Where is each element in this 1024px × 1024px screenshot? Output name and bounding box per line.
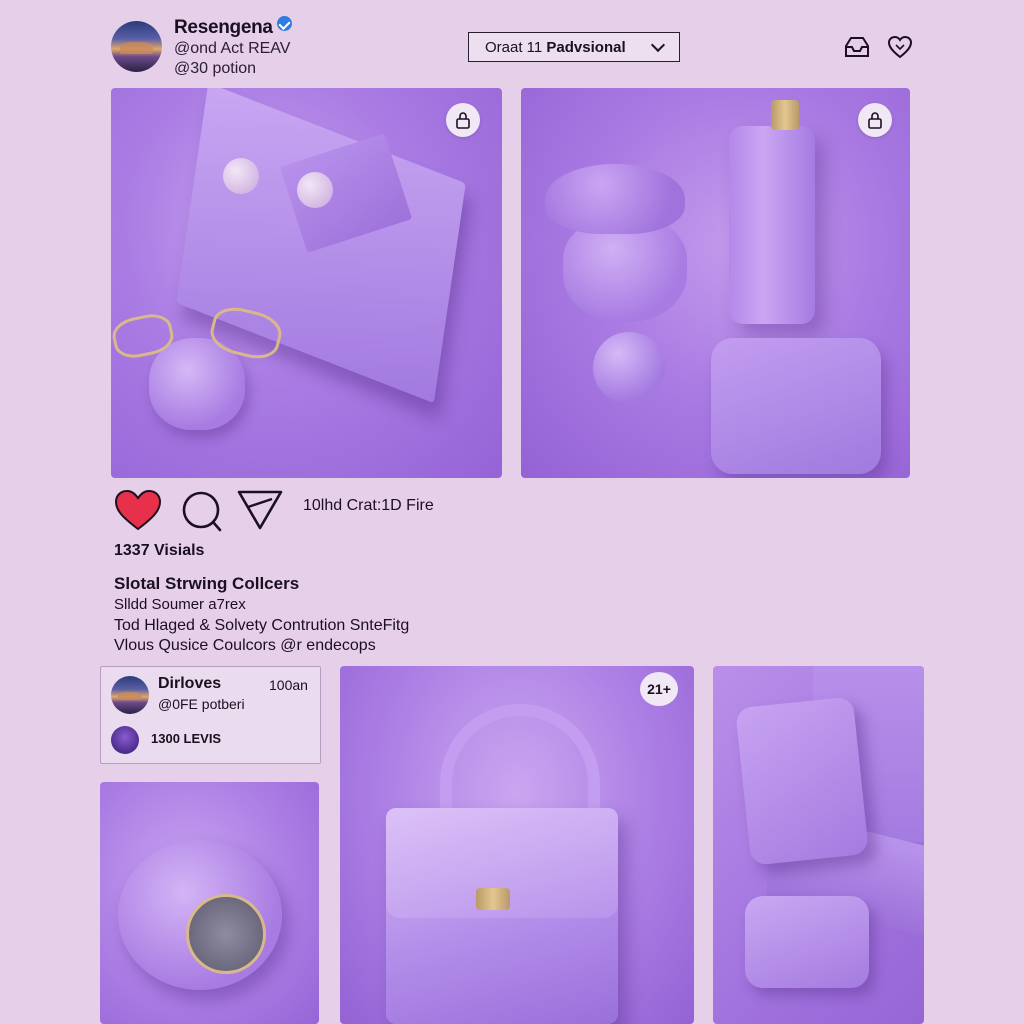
gallery-image-1[interactable]	[100, 782, 319, 1024]
comment-time: 100an	[269, 677, 308, 693]
dropdown-label: Oraat 11 Padvsional	[485, 38, 626, 56]
post-image-2[interactable]	[521, 88, 910, 478]
caption-line: Vlous Qusice Coulcors @r endecops	[114, 637, 376, 654]
heart-outline-icon	[887, 35, 913, 59]
heart-icon	[114, 489, 162, 531]
curl-shape	[545, 164, 685, 234]
category-dropdown[interactable]: Oraat 11 Padvsional	[468, 32, 680, 62]
verified-badge-icon	[276, 16, 292, 31]
profile-handle: @ond Act REAV	[174, 40, 291, 57]
views-count: 1337 Visials	[114, 542, 205, 559]
egg-shape	[593, 332, 665, 404]
comment-button[interactable]	[180, 489, 224, 533]
like-button[interactable]	[113, 487, 163, 533]
profile-name-row: Resengena	[174, 16, 292, 39]
gallery-image-2[interactable]: 21+	[340, 666, 694, 1024]
earring-1	[223, 158, 259, 194]
lock-icon	[868, 112, 882, 129]
remote-shape	[745, 896, 869, 988]
post-image-1[interactable]	[111, 88, 502, 478]
earring-2	[297, 172, 333, 208]
comment-card[interactable]: Dirloves 100an @0FE potberi 1300 LEVIS	[100, 666, 321, 764]
lock-icon	[456, 112, 470, 129]
profile-avatar[interactable]	[111, 21, 162, 72]
caption-line: Slldd Soumer a7rex	[114, 596, 246, 613]
commenter-handle: @0FE potberi	[158, 696, 245, 712]
send-icon	[237, 490, 283, 530]
comment-icon	[182, 491, 222, 532]
level-avatar	[111, 726, 139, 754]
bag-clasp	[476, 888, 510, 910]
caption-line: Tod Hlaged & Solvety Contrution SnteFitg	[114, 617, 410, 634]
lock-button[interactable]	[446, 103, 480, 137]
caption-title: Slotal Strwing Collcers	[114, 574, 300, 593]
lock-button[interactable]	[858, 103, 892, 137]
share-button[interactable]	[236, 489, 284, 531]
bottle-cap	[771, 100, 799, 130]
commenter-avatar[interactable]	[111, 676, 149, 714]
bottle-shape	[729, 126, 815, 324]
gallery-image-3[interactable]	[713, 666, 924, 1024]
box-shape	[711, 338, 881, 474]
speaker-shape	[735, 696, 869, 866]
profile-subline: @30 potion	[174, 60, 257, 77]
chevron-down-icon	[650, 37, 666, 52]
inbox-button[interactable]	[842, 33, 872, 61]
username[interactable]: Resengena	[174, 17, 273, 38]
commenter-name[interactable]: Dirloves	[158, 675, 221, 693]
level-count: 1300 LEVIS	[151, 731, 222, 746]
count-badge: 21+	[640, 672, 678, 706]
inbox-icon	[845, 37, 869, 57]
favorites-button[interactable]	[886, 33, 914, 61]
share-text: 10lhd Crat:1D Fire	[303, 497, 434, 514]
crescent-cutout	[186, 894, 266, 974]
